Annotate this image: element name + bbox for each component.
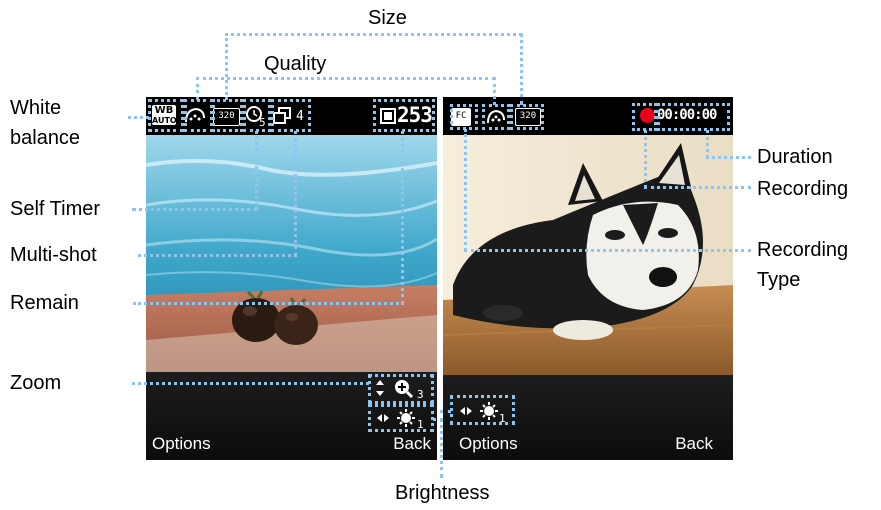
callout-box-duration: [657, 103, 730, 131]
leader-size-h: [225, 33, 522, 36]
callout-box-quality-left: [184, 99, 213, 132]
leader-remain-v: [401, 131, 404, 304]
label-brightness: Brightness: [395, 482, 490, 504]
leader-recording-h: [644, 186, 751, 189]
leader-quality-left-v: [196, 77, 199, 100]
label-recording-type-1: Recording: [757, 239, 849, 261]
leader-recording-type-v: [464, 129, 467, 251]
leader-self-timer-v: [255, 131, 258, 210]
callout-box-brightness-left: [368, 404, 434, 432]
callout-box-size-right: [510, 104, 544, 130]
back-softkey-video[interactable]: Back: [675, 434, 713, 454]
leader-multishot-h: [138, 254, 297, 257]
label-recording: Recording: [757, 178, 849, 200]
leader-zoom: [132, 382, 369, 385]
label-size: Size: [368, 7, 407, 29]
label-remain: Remain: [10, 292, 79, 314]
callout-box-size-left: [212, 99, 243, 132]
leader-duration-h: [706, 156, 751, 159]
leader-recording-v: [644, 130, 647, 188]
leader-size-right-v: [520, 33, 523, 105]
leader-multishot-v: [294, 131, 297, 256]
leader-brightness-v: [440, 418, 443, 478]
callout-box-zoom: [368, 374, 434, 404]
label-quality: Quality: [264, 53, 327, 75]
callout-box-brightness-right: [450, 395, 515, 425]
label-self-timer: Self Timer: [10, 198, 101, 220]
options-softkey-video[interactable]: Options: [459, 434, 518, 454]
leader-quality-right-v: [493, 77, 496, 105]
label-duration: Duration: [757, 146, 833, 168]
label-zoom: Zoom: [10, 372, 62, 394]
callout-box-remain: [373, 99, 435, 132]
dog-photo: [443, 135, 733, 375]
label-recording-type-2: Type: [757, 269, 801, 291]
leader-brightness-left-h: [433, 418, 443, 421]
back-softkey[interactable]: Back: [393, 434, 431, 454]
callout-box-recording: [632, 103, 657, 131]
callout-box-white-balance: [148, 99, 184, 132]
label-multi-shot: Multi-shot: [10, 244, 97, 266]
leader-brightness-right-h: [440, 410, 451, 413]
leader-duration-v: [706, 130, 709, 158]
leader-self-timer-h: [132, 208, 258, 211]
callout-box-quality-right: [482, 104, 510, 130]
callout-box-self-timer: [243, 99, 271, 132]
options-softkey[interactable]: Options: [152, 434, 211, 454]
label-white-balance-2: balance: [10, 127, 81, 149]
leader-size-left-v: [225, 33, 228, 100]
label-white-balance-1: White: [10, 97, 62, 119]
leader-white-balance: [128, 116, 149, 119]
callout-box-multishot: [271, 99, 311, 132]
leader-recording-type-h: [464, 249, 751, 252]
leader-remain-h: [133, 302, 404, 305]
leader-quality-h: [196, 77, 495, 80]
callout-box-recording-type: [450, 104, 478, 130]
